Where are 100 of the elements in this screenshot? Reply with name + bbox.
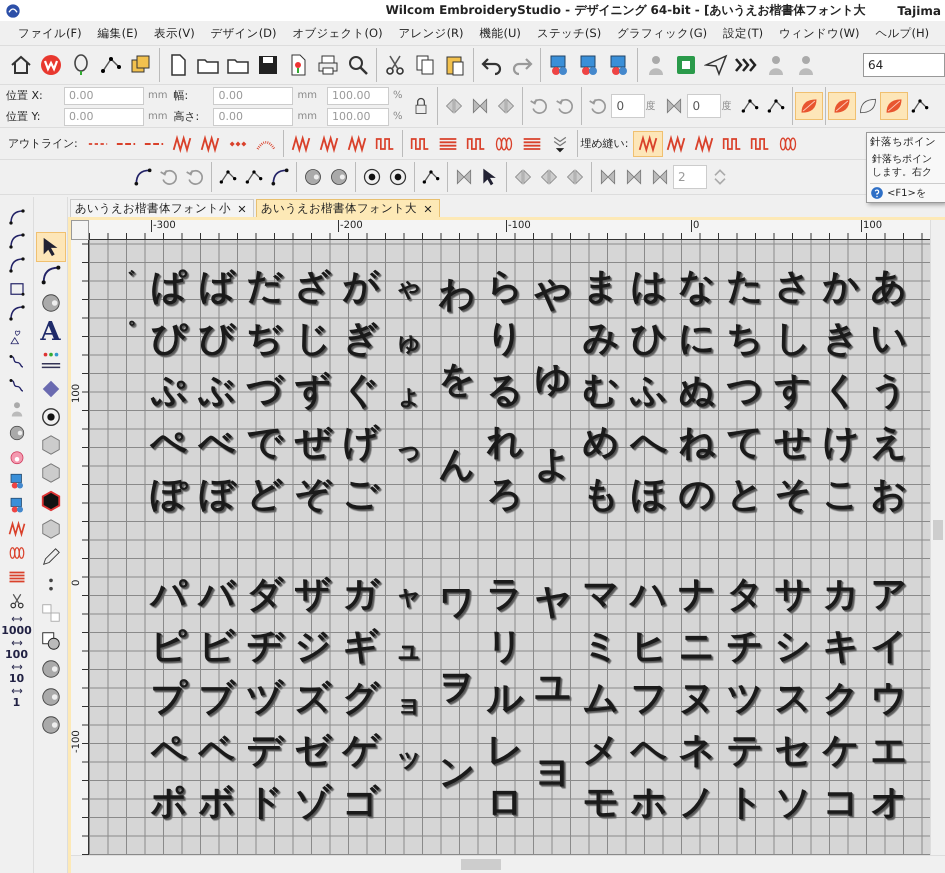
machine-name: Tajima: [897, 4, 941, 18]
embroidered-glyph: ツ: [726, 678, 764, 720]
embroidered-glyph: ろ: [486, 474, 524, 516]
embroidered-glyph: え: [870, 422, 908, 464]
tooltip-text: 針落ちポイン: [871, 153, 933, 166]
menu-item[interactable]: オブジェクト(O): [284, 22, 391, 44]
embroidered-glyph: す: [774, 370, 812, 412]
embroidered-glyph: ヒ: [630, 626, 668, 668]
menu-item[interactable]: デザイン(D): [202, 22, 285, 44]
embroidered-glyph: ヅ: [246, 678, 284, 720]
stitch-length-button[interactable]: 1: [12, 697, 20, 709]
embroidered-glyph: ぎ: [342, 318, 380, 360]
embroidered-glyph: ゼ: [294, 730, 332, 772]
vertical-scrollbar[interactable]: [930, 220, 945, 855]
embroidered-glyph: ス: [774, 678, 812, 720]
menu-item[interactable]: ファイル(F): [10, 22, 90, 44]
embroidered-glyph: ラ: [486, 574, 524, 616]
zigzag-icon[interactable]: [634, 132, 662, 156]
stitch-length-button[interactable]: 10: [8, 673, 24, 685]
ruler-label: 0: [691, 220, 700, 232]
embroidered-glyph: タ: [726, 574, 764, 616]
text-tool-button[interactable]: A: [40, 317, 61, 347]
embroidered-glyph: い: [870, 318, 908, 360]
unit-label: 度: [721, 100, 732, 113]
menu-item[interactable]: ステッチ(S): [528, 22, 610, 44]
toolbar-label: 埋め縫い:: [580, 136, 628, 151]
embroidered-glyph: ぽ: [150, 474, 188, 516]
embroidered-glyph: シ: [774, 626, 812, 668]
menu-item[interactable]: グラフィック(G): [609, 22, 716, 44]
app-icon[interactable]: [4, 2, 22, 20]
embroidered-glyph: れ: [486, 422, 524, 464]
embroidered-glyph: テ: [726, 730, 764, 772]
input-field[interactable]: 0: [687, 94, 722, 118]
leaf-icon[interactable]: [796, 93, 822, 119]
help-icon[interactable]: [870, 186, 884, 200]
embroidered-glyph: ミ: [582, 626, 620, 668]
embroidered-glyph: と: [726, 474, 764, 516]
unit-label: 度: [645, 100, 656, 113]
embroidered-glyph: イ: [870, 626, 908, 668]
embroidered-glyph: ざ: [294, 266, 332, 308]
embroidered-glyph: く: [822, 370, 860, 412]
embroidered-glyph: ハ: [630, 574, 668, 616]
embroidered-glyph: ゴ: [342, 782, 380, 824]
ruler-corner[interactable]: [71, 220, 89, 240]
menu-item[interactable]: アレンジ(R): [390, 22, 472, 44]
leaf-icon[interactable]: [829, 93, 856, 119]
embroidered-glyph: ぱ: [150, 266, 188, 308]
embroidered-glyph: め: [582, 422, 620, 464]
embroidered-glyph: べ: [198, 422, 236, 464]
embroidered-glyph: ゲ: [342, 730, 380, 772]
embroidered-glyph: り: [486, 318, 524, 360]
menu-item[interactable]: ヘルプ(H): [867, 22, 938, 44]
embroidered-glyph: チ: [726, 626, 764, 668]
menu-item[interactable]: 表示(V): [146, 22, 203, 44]
stitch-length-button[interactable]: 1000: [1, 625, 32, 637]
horizontal-scrollbar[interactable]: [71, 855, 945, 873]
embroidered-glyph: ン: [438, 752, 476, 794]
embroidered-glyph: じ: [294, 318, 332, 360]
menu-item[interactable]: 機能(U): [472, 22, 529, 44]
ruler-label: 100: [71, 384, 83, 403]
embroidered-glyph: そ: [774, 474, 812, 516]
embroidered-glyph: で: [246, 422, 284, 464]
embroidered-glyph: ヌ: [678, 678, 716, 720]
embroidered-glyph: ヤ: [534, 582, 572, 624]
embroidered-glyph: ザ: [294, 574, 332, 616]
embroidered-glyph: づ: [246, 370, 284, 412]
embroidered-glyph: ビ: [198, 626, 236, 668]
embroidered-glyph: ベ: [198, 730, 236, 772]
input-field[interactable]: 64: [863, 53, 945, 77]
embroidered-glyph: あ: [870, 266, 908, 308]
unit-label: mm: [297, 90, 317, 101]
embroidered-glyph: よ: [534, 444, 572, 486]
menu-item[interactable]: 編集(E): [90, 22, 146, 44]
ruler-label: 100: [861, 220, 882, 232]
unit-label: %: [392, 111, 402, 122]
embroidered-glyph: ピ: [150, 626, 188, 668]
design-canvas[interactable]: [89, 240, 930, 855]
embroidered-glyph: リ: [486, 626, 524, 668]
embroidered-glyph: ロ: [486, 782, 524, 824]
input-field[interactable]: 0: [611, 94, 646, 118]
embroidered-glyph: レ: [486, 730, 524, 772]
unit-label: mm: [148, 111, 168, 122]
embroidered-glyph: し: [774, 318, 812, 360]
embroidered-glyph: き: [822, 318, 860, 360]
embroidered-glyph: ヲ: [438, 667, 476, 709]
embroidered-glyph: へ: [630, 422, 668, 464]
embroidered-glyph: ヘ: [630, 730, 668, 772]
stitch-length-button[interactable]: 100: [5, 649, 28, 661]
document-tab[interactable]: あいうえお楷書体フォント大: [256, 199, 440, 217]
document-tab[interactable]: あいうえお楷書体フォント小: [70, 199, 254, 217]
embroidered-glyph: エ: [870, 730, 908, 772]
embroidered-glyph: ペ: [150, 730, 188, 772]
embroidered-glyph: か: [822, 266, 860, 308]
menu-item[interactable]: 設定(T): [715, 22, 772, 44]
unit-label: mm: [297, 111, 317, 122]
menu-item[interactable]: ウィンドウ(W): [771, 22, 868, 44]
embroidered-glyph: ワ: [438, 582, 476, 624]
embroidered-glyph: ケ: [822, 730, 860, 772]
embroidered-glyph: む: [582, 370, 620, 412]
embroidered-glyph: コ: [822, 782, 860, 824]
